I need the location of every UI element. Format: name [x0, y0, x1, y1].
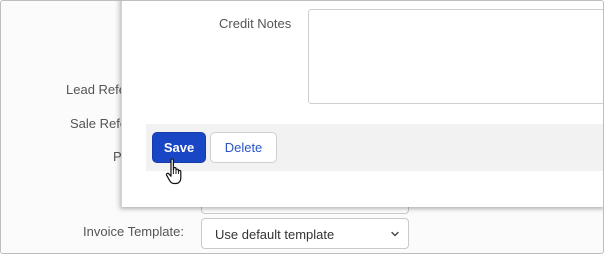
save-button[interactable]: Save [152, 132, 206, 163]
sale-referral-label: Sale Refe [70, 116, 128, 131]
credit-notes-label: Credit Notes [219, 16, 292, 31]
modal-footer: Save Delete [146, 124, 603, 171]
invoice-template-label: Invoice Template: [83, 224, 184, 239]
credit-notes-textarea[interactable] [308, 9, 603, 104]
occluded-field[interactable] [201, 206, 409, 214]
invoice-template-value: Use default template [215, 227, 335, 242]
chevron-down-icon [391, 231, 399, 237]
lead-referral-label: Lead Refe [66, 82, 126, 97]
invoice-template-select[interactable]: Use default template [201, 218, 409, 249]
window-frame: Lead Refe Sale Refe P Invoice Template: … [0, 0, 604, 254]
credit-notes-modal: Credit Notes Save Delete [121, 1, 603, 207]
delete-button[interactable]: Delete [210, 132, 277, 163]
